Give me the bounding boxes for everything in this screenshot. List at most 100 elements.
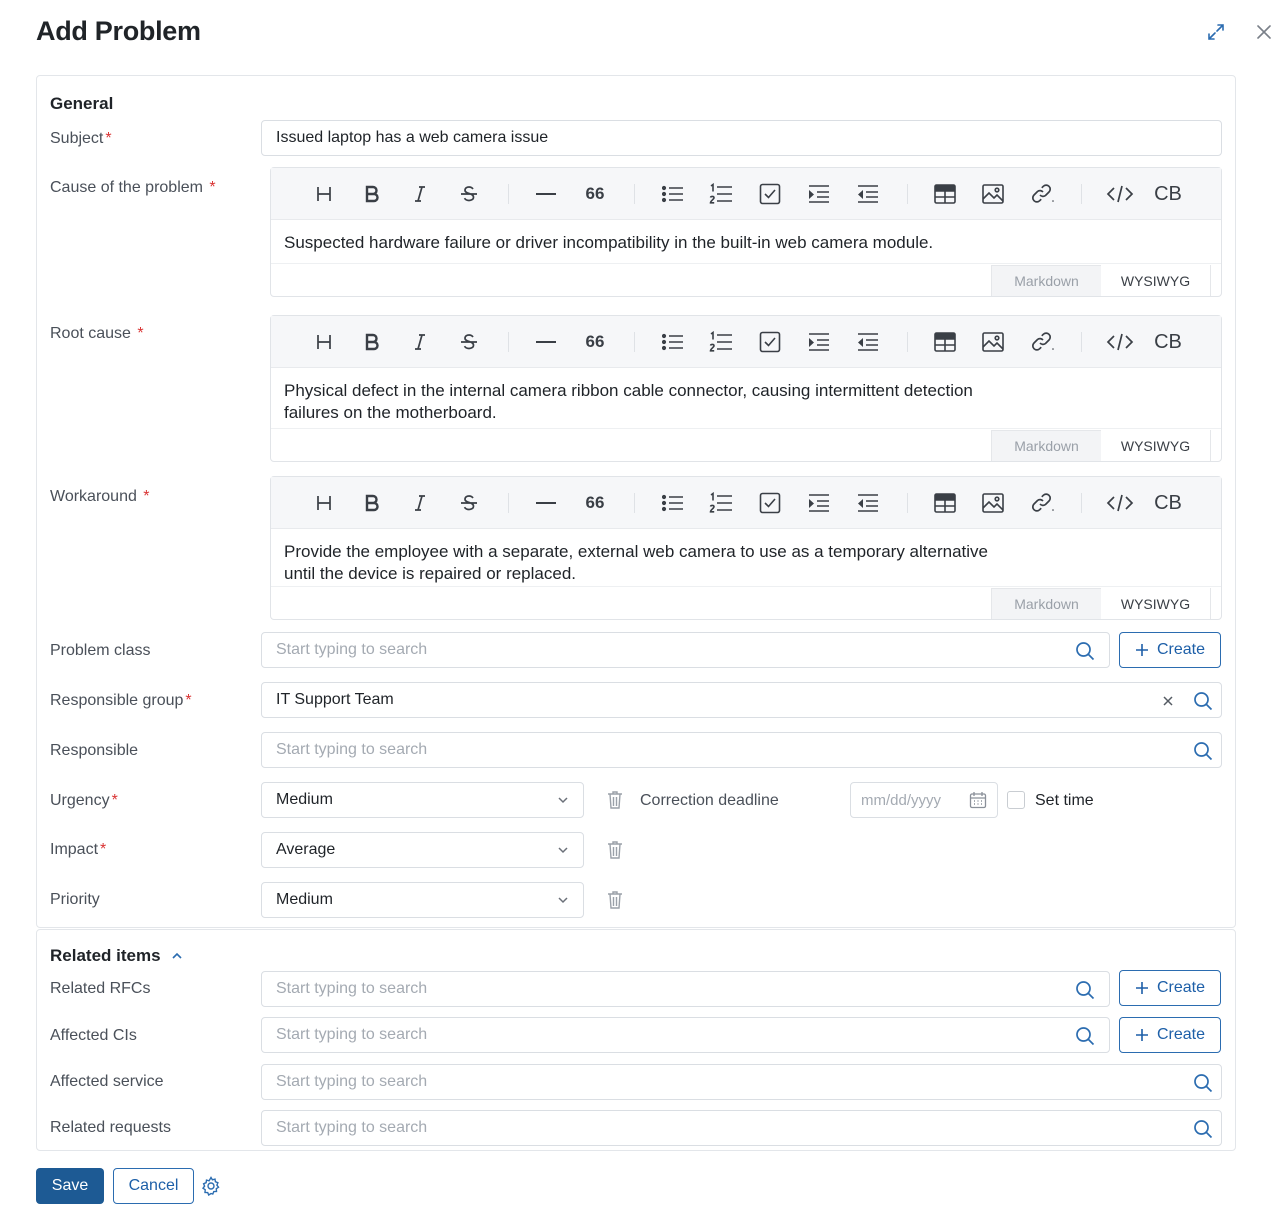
code-icon[interactable] [1105,329,1135,355]
correction-deadline-input[interactable]: mm/dd/yyyy [850,782,998,818]
code-icon[interactable] [1105,181,1135,207]
trash-icon[interactable] [605,790,625,810]
calendar-icon[interactable] [969,791,987,809]
bold-icon[interactable] [359,490,385,516]
numbered-list-icon[interactable] [708,329,734,355]
code-icon[interactable] [1105,490,1135,516]
task-list-icon[interactable] [757,490,783,516]
wysiwyg-tab[interactable]: WYSIWYG [1101,265,1211,296]
responsible-input[interactable]: Start typing to search [261,732,1222,768]
close-icon[interactable] [1253,21,1275,43]
numbered-list-icon[interactable] [708,181,734,207]
search-icon[interactable] [1075,641,1095,661]
italic-icon[interactable] [407,181,433,207]
priority-label: Priority [50,891,100,908]
editor-toolbar: 66 CB [271,168,1221,220]
heading-icon[interactable] [311,181,337,207]
horizontal-rule-icon[interactable] [533,181,559,207]
italic-icon[interactable] [407,490,433,516]
markdown-tab[interactable]: Markdown [991,265,1101,296]
trash-icon[interactable] [605,890,625,910]
affected-service-input[interactable]: Start typing to search [261,1064,1222,1100]
create-problem-class-button[interactable]: Create [1119,632,1221,668]
task-list-icon[interactable] [757,181,783,207]
problem-class-input[interactable]: Start typing to search [261,632,1110,668]
bold-icon[interactable] [359,329,385,355]
strikethrough-icon[interactable] [456,329,482,355]
root-cause-editor[interactable]: 66 CB Physical defect in the internal ca… [270,315,1222,462]
strikethrough-icon[interactable] [456,181,482,207]
code-block-icon[interactable]: CB [1153,181,1183,207]
affected-service-label: Affected service [50,1073,164,1090]
wysiwyg-tab[interactable]: WYSIWYG [1101,430,1211,461]
workaround-editor[interactable]: 66 CB Provide the employee with a separa… [270,476,1222,620]
image-icon[interactable] [980,181,1006,207]
cancel-button[interactable]: Cancel [113,1168,194,1204]
heading-icon[interactable] [311,490,337,516]
search-icon[interactable] [1193,1073,1213,1093]
image-icon[interactable] [980,329,1006,355]
search-icon[interactable] [1193,1119,1213,1139]
search-icon[interactable] [1075,1026,1095,1046]
create-ci-button[interactable]: Create [1119,1017,1221,1053]
impact-select[interactable]: Average [261,832,584,868]
quote-icon[interactable]: 66 [582,490,608,516]
indent-icon[interactable] [806,181,832,207]
markdown-tab[interactable]: Markdown [991,588,1101,619]
table-icon[interactable] [932,181,958,207]
heading-icon[interactable] [311,329,337,355]
trash-icon[interactable] [605,840,625,860]
link-icon[interactable] [1029,490,1055,516]
plus-icon [1135,1029,1148,1041]
quote-icon[interactable]: 66 [582,181,608,207]
quote-icon[interactable]: 66 [582,329,608,355]
general-section-title: General [50,94,114,113]
save-button[interactable]: Save [36,1168,104,1204]
link-icon[interactable] [1029,329,1055,355]
clear-icon[interactable] [1163,696,1173,706]
strikethrough-icon[interactable] [456,490,482,516]
italic-icon[interactable] [407,329,433,355]
table-icon[interactable] [932,490,958,516]
table-icon[interactable] [932,329,958,355]
search-icon[interactable] [1193,741,1213,761]
code-block-icon[interactable]: CB [1153,329,1183,355]
outdent-icon[interactable] [855,490,881,516]
responsible-group-input[interactable]: IT Support Team [261,682,1222,718]
workaround-text: Provide the employee with a separate, ex… [284,542,988,583]
indent-icon[interactable] [806,329,832,355]
horizontal-rule-icon[interactable] [533,490,559,516]
subject-input[interactable]: Issued laptop has a web camera issue [261,120,1222,156]
related-rfcs-input[interactable]: Start typing to search [261,971,1110,1007]
outdent-icon[interactable] [855,329,881,355]
indent-icon[interactable] [806,490,832,516]
outdent-icon[interactable] [855,181,881,207]
gear-icon[interactable] [201,1176,221,1197]
create-rfc-button[interactable]: Create [1119,970,1221,1006]
horizontal-rule-icon[interactable] [533,329,559,355]
bold-icon[interactable] [359,181,385,207]
task-list-icon[interactable] [757,329,783,355]
wysiwyg-tab[interactable]: WYSIWYG [1101,588,1211,619]
chevron-down-icon [558,897,568,904]
set-time-checkbox[interactable] [1007,791,1025,809]
urgency-select[interactable]: Medium [261,782,584,818]
expand-icon[interactable] [1205,21,1227,43]
image-icon[interactable] [980,490,1006,516]
link-icon[interactable] [1029,181,1055,207]
search-icon[interactable] [1075,980,1095,1000]
markdown-tab[interactable]: Markdown [991,430,1101,461]
bullet-list-icon[interactable] [660,181,686,207]
set-time-label: Set time [1035,792,1094,809]
related-requests-input[interactable]: Start typing to search [261,1110,1222,1146]
editor-toolbar: 66 CB [271,316,1221,368]
bullet-list-icon[interactable] [660,490,686,516]
code-block-icon[interactable]: CB [1153,490,1183,516]
numbered-list-icon[interactable] [708,490,734,516]
search-icon[interactable] [1193,691,1213,711]
related-items-toggle[interactable]: Related items [50,946,183,966]
priority-select[interactable]: Medium [261,882,584,918]
affected-cis-input[interactable]: Start typing to search [261,1017,1110,1053]
cause-editor[interactable]: 66 CB Suspected hardware failure or driv… [270,167,1222,297]
bullet-list-icon[interactable] [660,329,686,355]
